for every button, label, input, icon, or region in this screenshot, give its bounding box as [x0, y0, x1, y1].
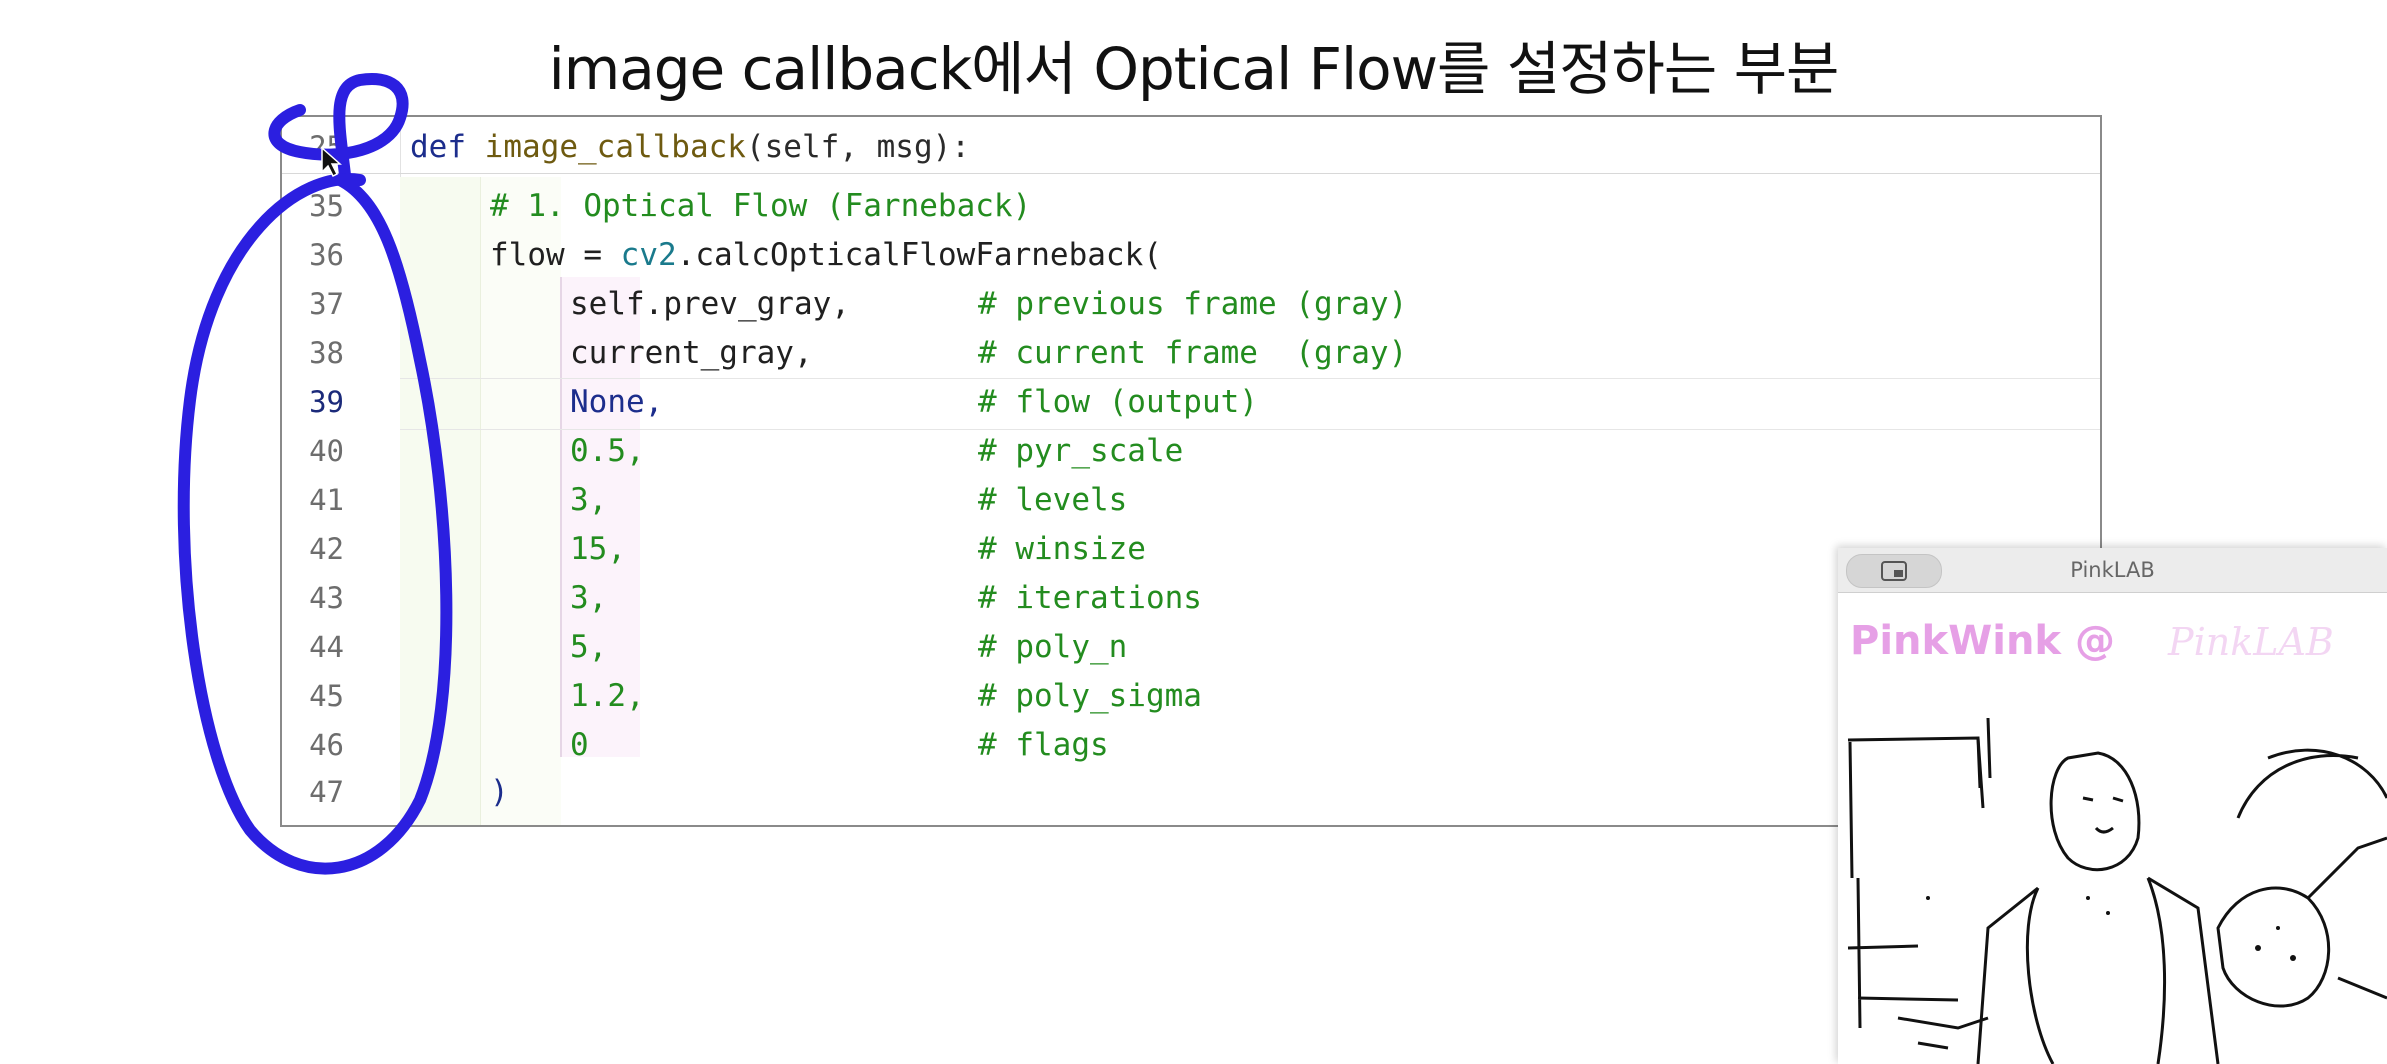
cv-call: .calcOpticalFlowFarneback( — [676, 237, 1162, 273]
arg-value: 0 — [570, 727, 589, 763]
preview-titlebar[interactable]: PinkLAB — [1838, 548, 2387, 593]
close-paren: ) — [490, 774, 509, 810]
function-name: image_callback — [484, 129, 746, 165]
line-number: 41 — [309, 483, 344, 517]
slide-title: image callback에서 Optical Flow를 설정하는 부분 — [548, 35, 1840, 103]
line-number: 25 — [309, 130, 344, 164]
arg-value: 3, — [570, 482, 608, 518]
arg-value: 3, — [570, 580, 608, 616]
line-number: 44 — [309, 630, 344, 664]
line-number: 35 — [309, 189, 344, 223]
code-line-comment[interactable]: # 1. Optical Flow (Farneback) — [490, 182, 1031, 231]
pinklab-watermark: PinkLAB — [2168, 620, 2334, 664]
fold-region — [400, 177, 481, 825]
cv-module: cv2 — [620, 237, 677, 273]
pinkwink-watermark: PinkWink @ — [1850, 618, 2115, 664]
arg-comment: # poly_n — [978, 629, 1128, 665]
arg-comment: # winsize — [978, 531, 1146, 567]
line-number: 38 — [309, 336, 344, 370]
arg-comment: # flags — [978, 727, 1109, 763]
arg-value: self.prev_gray, — [570, 286, 850, 322]
arg-comment: # poly_sigma — [978, 678, 1202, 714]
code-editor[interactable]: 25 35 36 37 38 39 40 41 42 43 44 45 46 47 def image_c… — [280, 115, 2102, 827]
line-number: 47 — [309, 775, 344, 809]
camera-edge-image — [1838, 698, 2387, 1064]
arg-value: current_gray, — [570, 335, 813, 371]
preview-window-title: PinkLAB — [2070, 558, 2155, 582]
arg-value: 1.2, — [570, 678, 645, 714]
line-number: 37 — [309, 287, 344, 321]
code-line-close[interactable]: ) — [490, 768, 509, 817]
line-number: 43 — [309, 581, 344, 615]
function-args: (self, msg): — [745, 129, 970, 165]
line-number: 46 — [309, 728, 344, 762]
line-number: 42 — [309, 532, 344, 566]
line-number: 39 — [309, 385, 344, 419]
comment-header: # 1. Optical Flow (Farneback) — [490, 188, 1032, 224]
arg-value: 0.5, — [570, 433, 645, 469]
flow-assign: flow = — [490, 237, 621, 273]
line-number: 45 — [309, 679, 344, 713]
arg-comment: # previous frame (gray) — [978, 286, 1408, 322]
arg-value: 15, — [570, 531, 626, 567]
line-number: 36 — [309, 238, 344, 272]
line-number: 40 — [309, 434, 344, 468]
arg-comment: # levels — [978, 482, 1128, 518]
arg-comment: # flow (output) — [978, 384, 1258, 420]
code-line-flow-assign[interactable]: flow = cv2.calcOpticalFlowFarneback( — [490, 231, 1162, 280]
folded-lines-separator — [282, 173, 2100, 174]
arg-comment: # iterations — [978, 580, 1202, 616]
def-keyword: def — [410, 129, 466, 165]
arg-value: 5, — [570, 629, 608, 665]
arg-comment: # pyr_scale — [978, 433, 1184, 469]
preview-window[interactable]: PinkLAB PinkWink @ PinkLAB — [1838, 548, 2387, 1064]
arg-value: None, — [570, 384, 664, 420]
arg-comment: # current frame (gray) — [978, 335, 1408, 371]
code-line-def[interactable]: def image_callback(self, msg): — [410, 123, 970, 172]
